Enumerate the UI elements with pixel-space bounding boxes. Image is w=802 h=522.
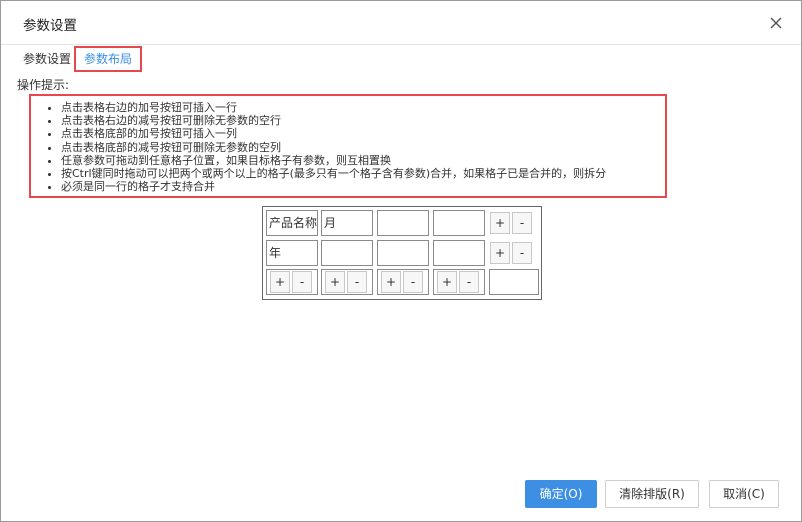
param-cell[interactable] [433, 210, 485, 236]
layout-grid: 产品名称 月 + - 年 + - + - + - + - + - [262, 206, 542, 300]
param-cell[interactable] [377, 210, 429, 236]
column-control-cell: + - [266, 269, 318, 295]
close-button[interactable] [763, 10, 789, 36]
remove-column-button[interactable]: - [459, 271, 479, 293]
empty-corner-cell [489, 269, 539, 295]
remove-row-button[interactable]: - [512, 242, 532, 264]
column-control-cell: + - [377, 269, 429, 295]
add-column-button[interactable]: + [325, 271, 345, 293]
add-column-button[interactable]: + [270, 271, 290, 293]
dialog-title: 参数设置 [23, 18, 77, 34]
hint-item: 点击表格底部的加号按钮可插入一列 [61, 127, 606, 140]
hint-label: 操作提示: [17, 78, 70, 92]
param-cell[interactable]: 年 [266, 240, 318, 266]
remove-column-button[interactable]: - [292, 271, 312, 293]
add-row-button[interactable]: + [490, 212, 510, 234]
hint-box: 点击表格右边的加号按钮可插入一行 点击表格右边的减号按钮可删除无参数的空行 点击… [29, 94, 667, 198]
hint-item: 按Ctrl键同时拖动可以把两个或两个以上的格子(最多只有一个格子含有参数)合并，… [61, 167, 606, 180]
titlebar: 参数设置 [1, 1, 801, 45]
hint-list: 点击表格右边的加号按钮可插入一行 点击表格右边的减号按钮可删除无参数的空行 点击… [31, 101, 606, 193]
hint-item: 点击表格右边的加号按钮可插入一行 [61, 101, 606, 114]
param-cell[interactable] [321, 240, 373, 266]
tab-param-layout[interactable]: 参数布局 [74, 46, 143, 72]
hint-item: 任意参数可拖动到任意格子位置，如果目标格子有参数，则互相置换 [61, 154, 606, 167]
hint-item: 点击表格底部的减号按钮可删除无参数的空列 [61, 141, 606, 154]
add-row-button[interactable]: + [490, 242, 510, 264]
tab-param-settings[interactable]: 参数设置 [23, 47, 71, 71]
remove-row-button[interactable]: - [512, 212, 532, 234]
param-cell[interactable]: 月 [321, 210, 373, 236]
remove-column-button[interactable]: - [347, 271, 367, 293]
column-control-cell: + - [433, 269, 485, 295]
remove-column-button[interactable]: - [403, 271, 423, 293]
ok-button[interactable]: 确定(O) [525, 480, 597, 508]
hint-item: 点击表格右边的减号按钮可删除无参数的空行 [61, 114, 606, 127]
hint-item: 必须是同一行的格子才支持合并 [61, 180, 606, 193]
param-cell[interactable]: 产品名称 [266, 210, 318, 236]
cancel-button[interactable]: 取消(C) [709, 480, 779, 508]
column-control-cell: + - [321, 269, 373, 295]
add-column-button[interactable]: + [381, 271, 401, 293]
add-column-button[interactable]: + [437, 271, 457, 293]
close-icon [770, 17, 782, 29]
param-cell[interactable] [377, 240, 429, 266]
param-cell[interactable] [433, 240, 485, 266]
dialog: 参数设置 参数设置 参数布局 操作提示: 点击表格右边的加号按钮可插入一行 点击… [0, 0, 802, 522]
clear-layout-button[interactable]: 清除排版(R) [605, 480, 699, 508]
